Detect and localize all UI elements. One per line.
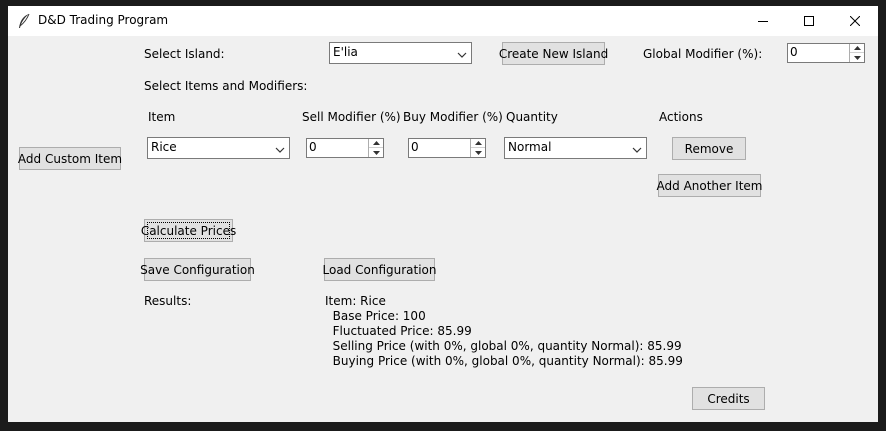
column-header-quantity: Quantity: [506, 110, 558, 124]
spin-up-icon[interactable]: [369, 139, 383, 148]
results-line: Selling Price (with 0%, global 0%, quant…: [325, 339, 682, 353]
minimize-button[interactable]: [740, 6, 786, 36]
column-header-sell-modifier: Sell Modifier (%): [302, 110, 401, 124]
global-modifier-label: Global Modifier (%):: [643, 47, 763, 61]
buy-modifier-input[interactable]: 0: [408, 138, 486, 158]
chevron-down-icon: [457, 48, 467, 62]
quantity-select-value: Normal: [508, 140, 552, 154]
title-bar: D&D Trading Program: [8, 6, 878, 36]
spin-down-icon[interactable]: [850, 53, 864, 62]
select-island-label: Select Island:: [144, 47, 225, 61]
column-header-buy-modifier: Buy Modifier (%): [403, 110, 503, 124]
island-select-value: E'lia: [333, 45, 358, 59]
credits-button[interactable]: Credits: [692, 387, 765, 410]
close-icon: [850, 16, 860, 26]
results-line: Buying Price (with 0%, global 0%, quanti…: [325, 354, 683, 368]
sell-modifier-input[interactable]: 0: [306, 138, 384, 158]
maximize-button[interactable]: [786, 6, 832, 36]
load-configuration-button[interactable]: Load Configuration: [323, 258, 437, 281]
buy-modifier-value: 0: [411, 140, 419, 154]
island-select[interactable]: E'lia: [329, 42, 472, 64]
sell-modifier-value: 0: [309, 140, 317, 154]
spin-down-icon[interactable]: [369, 148, 383, 157]
spin-up-icon[interactable]: [850, 44, 864, 53]
save-configuration-button[interactable]: Save Configuration: [140, 258, 255, 281]
chevron-down-icon: [275, 143, 285, 157]
results-line: Base Price: 100: [325, 309, 426, 323]
item-select-value: Rice: [151, 140, 177, 154]
spin-up-icon[interactable]: [471, 139, 485, 148]
main-content: Select Island: E'lia Create New Island G…: [8, 36, 878, 422]
remove-item-button[interactable]: Remove: [672, 137, 746, 160]
global-modifier-input[interactable]: 0: [787, 43, 865, 63]
column-header-item: Item: [148, 110, 176, 124]
global-modifier-value: 0: [790, 45, 798, 59]
minimize-icon: [758, 21, 768, 22]
close-button[interactable]: [832, 6, 878, 36]
chevron-down-icon: [632, 143, 642, 157]
results-line: Item: Rice: [325, 294, 386, 308]
calculate-prices-button[interactable]: Calculate Prices: [141, 219, 236, 242]
item-select[interactable]: Rice: [147, 137, 290, 159]
quantity-select[interactable]: Normal: [504, 137, 647, 159]
create-new-island-button[interactable]: Create New Island: [499, 42, 608, 65]
add-custom-item-button[interactable]: Add Custom Item: [18, 147, 122, 170]
feather-icon: [17, 13, 31, 29]
window-title: D&D Trading Program: [38, 13, 169, 27]
results-line: Fluctuated Price: 85.99: [325, 324, 472, 338]
column-header-actions: Actions: [659, 110, 703, 124]
results-label: Results:: [144, 294, 192, 308]
spin-down-icon[interactable]: [471, 148, 485, 157]
app-window: D&D Trading Program Select Island: E'lia…: [8, 6, 878, 422]
items-section-label: Select Items and Modifiers:: [144, 79, 308, 93]
maximize-icon: [804, 16, 814, 26]
add-another-item-button[interactable]: Add Another Item: [657, 174, 762, 197]
